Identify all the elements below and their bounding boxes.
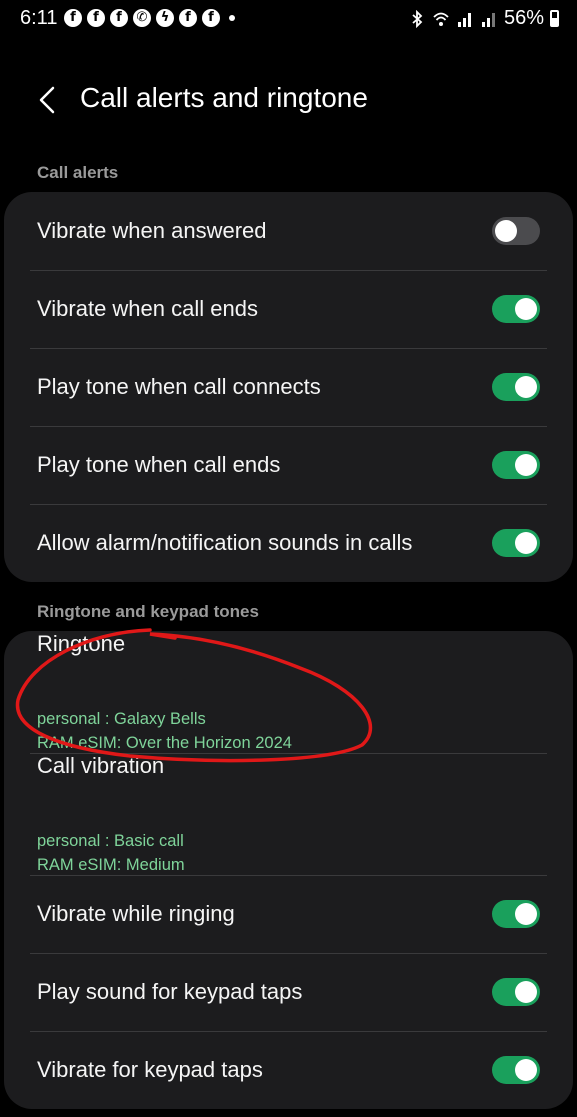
facebook-icon: f: [64, 9, 82, 27]
toggle-knob: [515, 903, 537, 925]
page-title: Call alerts and ringtone: [80, 82, 368, 113]
toggle-knob: [515, 454, 537, 476]
ringtone-sim1-value: personal : Galaxy Bells: [37, 710, 206, 728]
facebook-icon: f: [179, 9, 197, 27]
facebook-icon: f: [87, 9, 105, 27]
toggle-switch[interactable]: [492, 451, 540, 479]
toggle-knob: [515, 376, 537, 398]
setting-vibrate-keypad-taps[interactable]: Vibrate for keypad taps: [4, 1031, 573, 1109]
setting-label: Play tone when call connects: [37, 374, 321, 399]
facebook-icon: f: [110, 9, 128, 27]
setting-label: Vibrate when call ends: [37, 296, 258, 321]
battery-percentage: 56%: [503, 7, 544, 29]
setting-label: Play sound for keypad taps: [37, 979, 303, 1004]
toggle-switch[interactable]: [492, 295, 540, 323]
chevron-left-icon: [39, 86, 55, 114]
setting-label: Call vibration: [37, 753, 165, 778]
facebook-icon: f: [202, 9, 220, 27]
section-label-call-alerts: Call alerts: [37, 163, 119, 182]
setting-play-tone-when-call-ends[interactable]: Play tone when call ends: [4, 426, 573, 504]
status-bar: 6:11 f f f ✆ ϟ f f 56%: [0, 0, 577, 36]
toggle-switch[interactable]: [492, 217, 540, 245]
toggle-knob: [495, 220, 517, 242]
system-icons: 56%: [408, 7, 559, 30]
setting-ringtone[interactable]: Ringtone personal : Galaxy Bells RAM eSI…: [4, 631, 573, 753]
toggle-knob: [515, 981, 537, 1003]
setting-call-vibration[interactable]: Call vibration personal : Basic call RAM…: [4, 753, 573, 875]
setting-label: Vibrate when answered: [37, 218, 267, 243]
call-vibration-sim1-value: personal : Basic call: [37, 832, 184, 850]
toggle-knob: [515, 1059, 537, 1081]
call-vibration-sim2-value: RAM eSIM: Medium: [37, 856, 185, 874]
wifi-icon: [433, 12, 449, 26]
toggle-switch[interactable]: [492, 1056, 540, 1084]
app-header: Call alerts and ringtone: [0, 70, 577, 130]
setting-label: Ringtone: [37, 631, 126, 656]
clock: 6:11: [20, 7, 58, 29]
back-button[interactable]: [30, 80, 64, 120]
setting-label: Vibrate while ringing: [37, 901, 235, 926]
toggle-switch[interactable]: [492, 978, 540, 1006]
battery-icon: [550, 10, 559, 27]
section-label-ringtone-keypad: Ringtone and keypad tones: [37, 602, 259, 621]
signal-icon: [457, 12, 471, 27]
bluetooth-icon: [412, 9, 423, 28]
toggle-knob: [515, 298, 537, 320]
toggle-switch[interactable]: [492, 373, 540, 401]
toggle-switch[interactable]: [492, 529, 540, 557]
call-alerts-card: Vibrate when answered Vibrate when call …: [4, 192, 573, 582]
ringtone-sim2-value: RAM eSIM: Over the Horizon 2024: [37, 734, 292, 752]
setting-label: Allow alarm/notification sounds in calls: [37, 530, 413, 555]
setting-label: Play tone when call ends: [37, 452, 281, 477]
messenger-icon: ϟ: [156, 9, 174, 27]
whatsapp-icon: ✆: [133, 9, 151, 27]
toggle-switch[interactable]: [492, 900, 540, 928]
toggle-knob: [515, 532, 537, 554]
more-notifications-dot-icon: [229, 15, 235, 21]
setting-vibrate-while-ringing[interactable]: Vibrate while ringing: [4, 875, 573, 953]
ringtone-card: Ringtone personal : Galaxy Bells RAM eSI…: [4, 631, 573, 1109]
setting-play-tone-when-call-connects[interactable]: Play tone when call connects: [4, 348, 573, 426]
notification-icons: f f f ✆ ϟ f f: [64, 9, 235, 27]
setting-vibrate-when-call-ends[interactable]: Vibrate when call ends: [4, 270, 573, 348]
signal-icon: [481, 12, 495, 27]
setting-play-sound-keypad-taps[interactable]: Play sound for keypad taps: [4, 953, 573, 1031]
setting-allow-alarm-notification-sounds[interactable]: Allow alarm/notification sounds in calls: [4, 504, 573, 582]
setting-label: Vibrate for keypad taps: [37, 1057, 263, 1082]
setting-vibrate-when-answered[interactable]: Vibrate when answered: [4, 192, 573, 270]
